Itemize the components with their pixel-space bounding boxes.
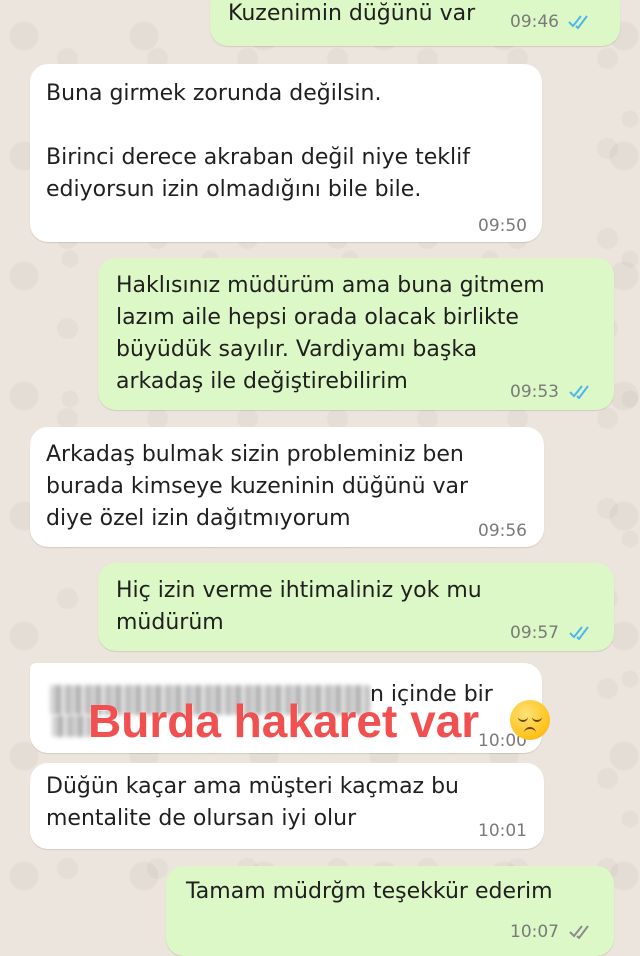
message-text-line: Düğün kaçar ama müşteri kaçmaz bu [46, 774, 460, 799]
message-text-line: büyüdük sayılır. Vardiyamı başka [116, 337, 478, 362]
message-bubble-incoming[interactable]: Arkadaş bulmak sizin probleminiz ben bur… [30, 427, 544, 547]
message-time: 09:53 [510, 382, 559, 402]
message-text-line: ediyorsun izin olmadığını bile bile. [46, 177, 422, 202]
message-bubble-outgoing[interactable]: Hiç izin verme ihtimaliniz yok mu müdürü… [98, 563, 614, 651]
message-text: Kuzenimin düğünü var [228, 1, 476, 26]
pensive-face-emoji [510, 700, 550, 740]
message-bubble-outgoing[interactable]: Tamam müdrğm teşekkür ederim 10:07 [166, 866, 614, 956]
annotation-text: Burda hakaret var [88, 695, 480, 747]
message-text-line: müdürüm [116, 610, 224, 635]
message-time: 09:57 [510, 623, 559, 643]
read-receipt-icon [569, 385, 589, 399]
message-text-line: Birinci derece akraban değil niye teklif [46, 145, 471, 170]
message-bubble-outgoing[interactable]: Kuzenimin düğünü var 09:46 [210, 0, 620, 46]
message-time: 10:07 [510, 922, 559, 942]
read-receipt-icon [569, 626, 589, 640]
message-text-line: burada kimseye kuzeninin düğünü var [46, 474, 469, 499]
message-bubble-outgoing[interactable]: Haklısınız müdürüm ama buna gitmem lazım… [98, 258, 614, 410]
message-text-line: lazım aile hepsi orada olacak birlikte [116, 305, 519, 330]
message-text-line: Arkadaş bulmak sizin probleminiz ben [46, 442, 464, 467]
message-time: 09:56 [478, 521, 527, 541]
message-text-line: Haklısınız müdürüm ama buna gitmem [116, 273, 545, 298]
message-time: 09:50 [478, 216, 527, 236]
message-time: 10:01 [478, 821, 527, 841]
message-time: 09:46 [510, 12, 559, 32]
message-bubble-incoming[interactable]: Düğün kaçar ama müşteri kaçmaz bu mental… [30, 763, 544, 849]
message-text: Tamam müdrğm teşekkür ederim [186, 879, 553, 904]
message-text-line: Hiç izin verme ihtimaliniz yok mu [116, 578, 482, 603]
message-bubble-incoming[interactable]: Buna girmek zorunda değilsin. Birinci de… [30, 64, 542, 242]
read-receipt-icon [568, 15, 588, 29]
message-text-line: diye özel izin dağıtmıyorum [46, 506, 351, 531]
censored-text-blur [52, 715, 92, 737]
message-text-line: Buna girmek zorunda değilsin. [46, 81, 382, 106]
delivered-receipt-icon [569, 925, 589, 939]
message-text-line: mentalite de olursan iyi olur [46, 806, 357, 831]
message-text-line: arkadaş ile değiştirebilirim [116, 369, 408, 394]
